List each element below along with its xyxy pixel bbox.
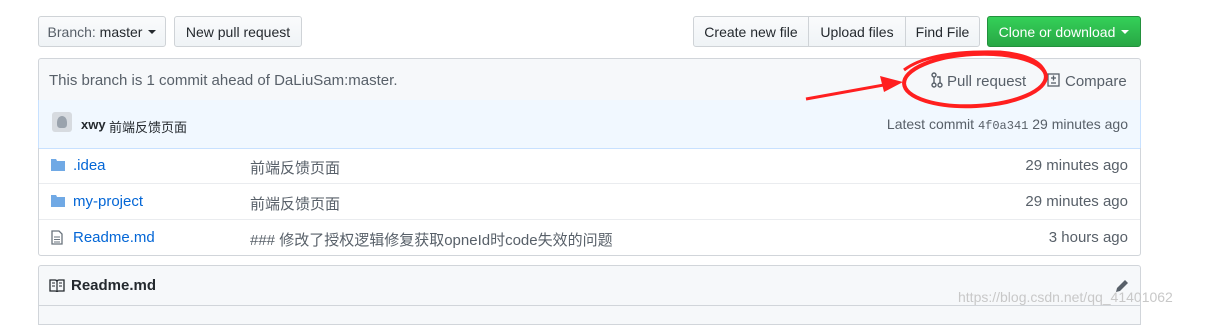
compare-link[interactable]: Compare — [1047, 72, 1127, 90]
find-file-button[interactable]: Find File — [905, 16, 980, 47]
latest-commit-info: Latest commit 4f0a341 29 minutes ago — [887, 116, 1128, 133]
file-name-link[interactable]: my-project — [73, 193, 143, 210]
book-icon — [49, 278, 65, 292]
caret-down-icon — [148, 29, 157, 34]
file-commit-message[interactable]: 前端反馈页面 — [250, 193, 340, 214]
branch-label: Branch: — [47, 23, 96, 40]
file-row: Readme.md ### 修改了授权逻辑修复获取opneId时code失效的问… — [39, 219, 1140, 255]
compare-label: Compare — [1065, 73, 1127, 90]
commit-author[interactable]: xwy — [81, 117, 106, 132]
file-age: 3 hours ago — [1048, 229, 1128, 246]
commit-sha[interactable]: 4f0a341 — [978, 119, 1028, 133]
file-commit-message[interactable]: 前端反馈页面 — [250, 157, 340, 178]
branch-status-text: This branch is 1 commit ahead of DaLiuSa… — [49, 72, 398, 89]
pull-request-link[interactable]: Pull request — [931, 72, 1026, 90]
readme-header: Readme.md — [49, 277, 156, 294]
branch-status-bar: This branch is 1 commit ahead of DaLiuSa… — [38, 58, 1141, 101]
create-new-file-button[interactable]: Create new file — [693, 16, 809, 47]
clone-or-download-button[interactable]: Clone or download — [987, 16, 1141, 47]
file-list: .idea 前端反馈页面 29 minutes ago my-project 前… — [38, 148, 1141, 256]
file-row: .idea 前端反馈页面 29 minutes ago — [39, 148, 1140, 183]
watermark: https://blog.csdn.net/qq_41401062 — [958, 289, 1173, 305]
clone-or-download-label: Clone or download — [998, 23, 1116, 40]
branch-value: master — [99, 23, 143, 40]
pull-request-icon — [931, 72, 943, 88]
avatar[interactable] — [52, 112, 72, 132]
commit-message[interactable]: 前端反馈页面 — [109, 117, 187, 136]
file-commit-message[interactable]: ### 修改了授权逻辑修复获取opneId时code失效的问题 — [250, 229, 613, 250]
upload-files-button[interactable]: Upload files — [808, 16, 906, 47]
readme-divider — [39, 305, 1140, 306]
file-icon — [51, 230, 63, 245]
file-age: 29 minutes ago — [1025, 157, 1128, 174]
file-age: 29 minutes ago — [1025, 193, 1128, 210]
compare-icon — [1047, 73, 1060, 87]
pull-request-label: Pull request — [947, 73, 1027, 90]
file-name-link[interactable]: .idea — [73, 157, 106, 174]
readme-title: Readme.md — [71, 277, 157, 294]
folder-icon — [51, 159, 65, 171]
latest-commit-label: Latest commit — [886, 116, 975, 132]
latest-commit-bar: xwy 前端反馈页面 Latest commit 4f0a341 29 minu… — [38, 100, 1141, 149]
folder-icon — [51, 195, 65, 207]
commit-time: 29 minutes ago — [1032, 116, 1128, 132]
file-name-link[interactable]: Readme.md — [73, 229, 155, 246]
caret-down-icon — [1121, 29, 1130, 34]
new-pull-request-button[interactable]: New pull request — [174, 16, 302, 47]
file-row: my-project 前端反馈页面 29 minutes ago — [39, 183, 1140, 219]
branch-select-button[interactable]: Branch: master — [38, 16, 166, 47]
